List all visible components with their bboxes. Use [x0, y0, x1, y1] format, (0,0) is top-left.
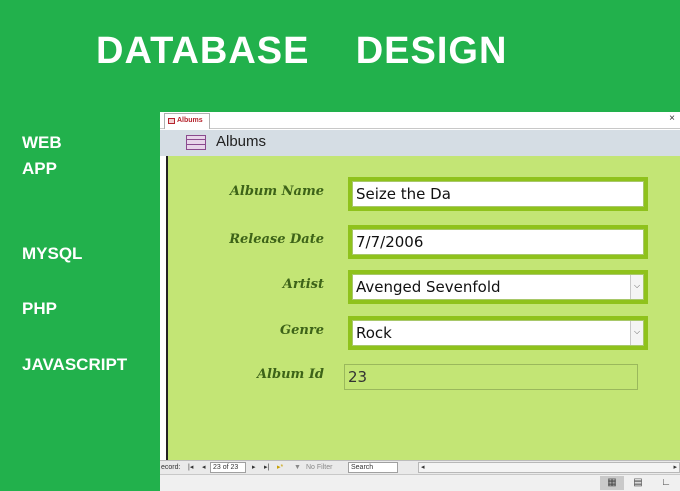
first-record-button[interactable]: |◂ [188, 462, 193, 474]
genre-combo[interactable]: Rock ⌵ [352, 320, 644, 346]
form-title: Albums [216, 133, 267, 150]
artist-field-frame: Avenged Sevenfold ⌵ [348, 270, 648, 304]
close-icon[interactable]: × [669, 113, 675, 124]
filter-icon: ▼ [294, 464, 301, 471]
record-selector[interactable] [160, 156, 168, 460]
form-view-icon[interactable]: ▦ [600, 476, 624, 490]
form-detail: Album Name Seize the Da Release Date 7/7… [168, 156, 680, 460]
document-tab-bar: Albums × [160, 112, 680, 129]
banner-title: DATABASE DESIGN [96, 30, 508, 72]
tab-albums[interactable]: Albums [164, 113, 210, 129]
record-navigation-bar: ecord: |◂ ◂ 23 of 23 ▸ ▸| ▸* ▼ No Filter… [160, 460, 680, 474]
album-id-field-frame: 23 [344, 362, 638, 392]
no-filter-button[interactable]: No Filter [306, 462, 332, 474]
previous-record-button[interactable]: ◂ [202, 462, 206, 474]
album-id-label: Album Id [256, 367, 324, 382]
search-input[interactable]: Search [348, 462, 398, 473]
album-name-field-frame: Seize the Da [348, 177, 648, 211]
new-record-button[interactable]: ▸* [277, 462, 283, 474]
form-icon [186, 135, 206, 150]
sidebar-item-mysql: MYSQL [22, 244, 83, 263]
access-form-window: Albums × Albums Album Name Seize the Da … [160, 112, 680, 491]
artist-combo[interactable]: Avenged Sevenfold ⌵ [352, 274, 644, 300]
chevron-down-icon[interactable]: ⌵ [630, 321, 643, 345]
album-name-label: Album Name [229, 184, 324, 199]
genre-value: Rock [356, 324, 392, 342]
album-id-field[interactable]: 23 [344, 364, 638, 390]
sidebar-item-javascript: JAVASCRIPT [22, 355, 128, 374]
genre-field-frame: Rock ⌵ [348, 316, 648, 350]
form-header: Albums [160, 130, 680, 156]
artist-value: Avenged Sevenfold [356, 278, 501, 296]
next-record-button[interactable]: ▸ [252, 462, 256, 474]
album-name-field[interactable]: Seize the Da [352, 181, 644, 207]
chevron-down-icon[interactable]: ⌵ [630, 275, 643, 299]
scroll-left-button[interactable]: ◂ [421, 463, 425, 472]
tab-albums-label: Albums [177, 117, 203, 124]
horizontal-scrollbar[interactable]: ◂ ▸ [418, 462, 680, 473]
release-date-label: Release Date [229, 232, 324, 247]
record-label: ecord: [161, 464, 181, 471]
sidebar-item-php: PHP [22, 299, 57, 318]
form-tab-icon [168, 118, 175, 124]
release-date-field-frame: 7/7/2006 [348, 225, 648, 259]
scroll-right-button[interactable]: ▸ [673, 463, 677, 472]
layout-view-icon[interactable]: ∟ [654, 476, 678, 490]
status-bar: ▦ ▤ ∟ [160, 474, 680, 491]
datasheet-view-icon[interactable]: ▤ [626, 476, 650, 490]
genre-label: Genre [280, 323, 324, 338]
current-record-input[interactable]: 23 of 23 [210, 462, 246, 473]
release-date-field[interactable]: 7/7/2006 [352, 229, 644, 255]
last-record-button[interactable]: ▸| [264, 462, 269, 474]
sidebar-item-web-app: WEB APP [22, 133, 62, 178]
artist-label: Artist [282, 277, 324, 292]
